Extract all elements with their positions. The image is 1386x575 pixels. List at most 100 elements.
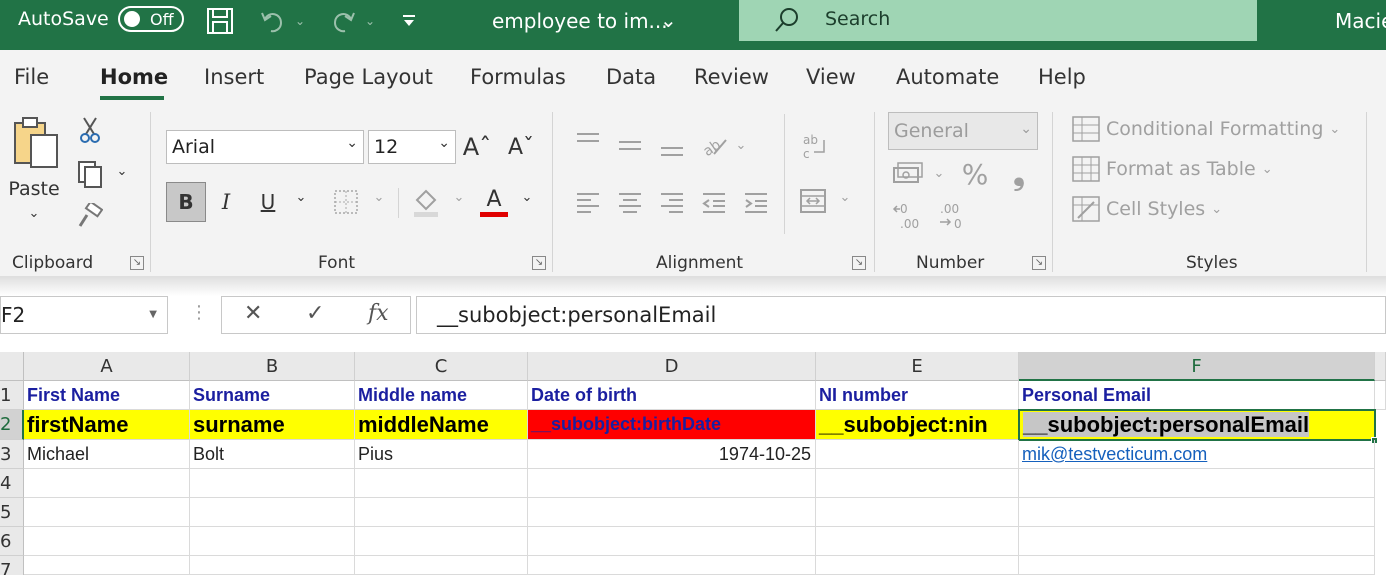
font-color-icon[interactable]: A <box>478 184 510 220</box>
column-header-a[interactable]: A <box>24 352 190 381</box>
formula-bar-grip-icon[interactable]: ⋮ <box>190 302 208 323</box>
cell-b5[interactable] <box>190 498 355 527</box>
increase-font-size-icon[interactable]: Aˆ <box>462 130 492 164</box>
cell-f3[interactable]: mik@testvecticum.com <box>1019 440 1375 469</box>
font-name-select[interactable]: Arial ⌄ <box>166 130 364 164</box>
cell-c6[interactable] <box>355 527 528 556</box>
merge-center-icon[interactable] <box>796 184 830 218</box>
customize-toolbar-icon[interactable] <box>396 6 422 36</box>
comma-style-icon[interactable]: ❟ <box>1006 157 1032 192</box>
paste-dropdown-icon[interactable]: ⌄ <box>24 206 44 221</box>
cell-g1[interactable] <box>1375 381 1386 410</box>
tab-view[interactable]: View <box>806 65 856 89</box>
column-header-e[interactable]: E <box>816 352 1019 381</box>
cell-c4[interactable] <box>355 469 528 498</box>
tab-file[interactable]: File <box>14 65 49 89</box>
cut-icon[interactable] <box>76 114 104 146</box>
row-header-7[interactable]: 7 <box>0 556 24 575</box>
cell-b7[interactable] <box>190 556 355 575</box>
cell-c3[interactable]: Pius <box>355 440 528 469</box>
undo-icon[interactable] <box>256 6 290 36</box>
save-icon[interactable] <box>204 6 236 36</box>
paste-icon[interactable] <box>8 114 64 170</box>
cell-f6[interactable] <box>1019 527 1375 556</box>
percent-style-icon[interactable]: % <box>958 158 992 191</box>
title-chevron-down-icon[interactable]: ⌄ <box>660 8 677 32</box>
font-size-select[interactable]: 12 ⌄ <box>368 130 456 164</box>
cell-a3[interactable]: Michael <box>24 440 190 469</box>
select-all-corner[interactable] <box>0 352 24 381</box>
tab-data[interactable]: Data <box>606 65 656 89</box>
align-top-icon[interactable] <box>572 130 604 154</box>
column-header-c[interactable]: C <box>355 352 528 381</box>
cell-e6[interactable] <box>816 527 1019 556</box>
cell-d5[interactable] <box>528 498 816 527</box>
orientation-icon[interactable]: ab <box>698 130 730 160</box>
cell-d4[interactable] <box>528 469 816 498</box>
wrap-text-icon[interactable]: ab c <box>798 130 830 162</box>
align-middle-icon[interactable] <box>614 134 646 158</box>
document-title[interactable]: employee to im... <box>492 9 668 33</box>
row-header-6[interactable]: 6 <box>0 527 24 556</box>
cell-d7[interactable] <box>528 556 816 575</box>
row-header-3[interactable]: 3 <box>0 440 24 469</box>
cell-b1[interactable]: Surname <box>190 381 355 410</box>
merge-dropdown-icon[interactable]: ⌄ <box>836 190 854 205</box>
cell-f1[interactable]: Personal Email <box>1019 381 1375 410</box>
tab-formulas[interactable]: Formulas <box>470 65 566 89</box>
cell-e3[interactable] <box>816 440 1019 469</box>
accounting-format-icon[interactable] <box>890 158 926 190</box>
accounting-dropdown-icon[interactable]: ⌄ <box>930 166 948 181</box>
cell-d1[interactable]: Date of birth <box>528 381 816 410</box>
decrease-decimal-icon[interactable]: .00 0 <box>934 200 970 232</box>
align-center-icon[interactable] <box>614 190 646 216</box>
orientation-dropdown-icon[interactable]: ⌄ <box>732 138 750 153</box>
copy-dropdown-icon[interactable]: ⌄ <box>114 164 130 179</box>
insert-function-icon[interactable]: fx <box>368 301 389 326</box>
bold-button[interactable]: B <box>166 182 206 222</box>
search-box[interactable]: Search <box>739 0 1257 41</box>
format-painter-icon[interactable] <box>74 200 106 232</box>
column-header-f[interactable]: F <box>1019 352 1375 381</box>
cell-a4[interactable] <box>24 469 190 498</box>
email-link[interactable]: mik@testvecticum.com <box>1022 444 1207 464</box>
font-color-dropdown-icon[interactable]: ⌄ <box>518 190 536 205</box>
redo-icon[interactable] <box>326 6 360 36</box>
underline-dropdown-icon[interactable]: ⌄ <box>292 190 310 205</box>
tab-automate[interactable]: Automate <box>896 65 999 89</box>
formula-input[interactable]: __subobject:personalEmail <box>416 296 1386 334</box>
borders-dropdown-icon[interactable]: ⌄ <box>370 190 388 205</box>
tab-page-layout[interactable]: Page Layout <box>304 65 433 89</box>
format-as-table-button[interactable]: Format as Table ⌄ <box>1072 156 1273 182</box>
autosave-toggle[interactable]: Off <box>118 6 184 32</box>
tab-insert[interactable]: Insert <box>204 65 264 89</box>
tab-home[interactable]: Home <box>100 65 168 89</box>
increase-decimal-icon[interactable]: 0.00 <box>890 200 926 232</box>
cell-a7[interactable] <box>24 556 190 575</box>
cell-f7[interactable] <box>1019 556 1375 575</box>
cell-styles-button[interactable]: Cell Styles ⌄ <box>1072 196 1222 222</box>
cell-f2-active[interactable]: __subobject:personalEmail <box>1018 409 1376 441</box>
copy-icon[interactable] <box>74 158 106 190</box>
cell-a2[interactable]: firstName <box>24 410 190 440</box>
cell-c1[interactable]: Middle name <box>355 381 528 410</box>
alignment-launcher-icon[interactable]: ↘ <box>852 256 866 270</box>
column-header-b[interactable]: B <box>190 352 355 381</box>
increase-indent-icon[interactable] <box>740 190 772 216</box>
italic-button[interactable]: I <box>212 184 240 220</box>
paste-label[interactable]: Paste <box>8 178 60 200</box>
tab-review[interactable]: Review <box>694 65 769 89</box>
conditional-formatting-button[interactable]: Conditional Formatting ⌄ <box>1072 116 1340 142</box>
cell-a6[interactable] <box>24 527 190 556</box>
name-box[interactable]: F2 ▼ <box>0 296 168 334</box>
decrease-font-size-icon[interactable]: Aˇ <box>506 130 536 164</box>
cell-d3[interactable]: 1974-10-25 <box>528 440 816 469</box>
cell-b6[interactable] <box>190 527 355 556</box>
cell-f4[interactable] <box>1019 469 1375 498</box>
cell-a5[interactable] <box>24 498 190 527</box>
row-header-1[interactable]: 1 <box>0 381 24 410</box>
fill-color-dropdown-icon[interactable]: ⌄ <box>450 190 468 205</box>
cell-c7[interactable] <box>355 556 528 575</box>
clipboard-launcher-icon[interactable]: ↘ <box>130 256 144 270</box>
cell-c5[interactable] <box>355 498 528 527</box>
